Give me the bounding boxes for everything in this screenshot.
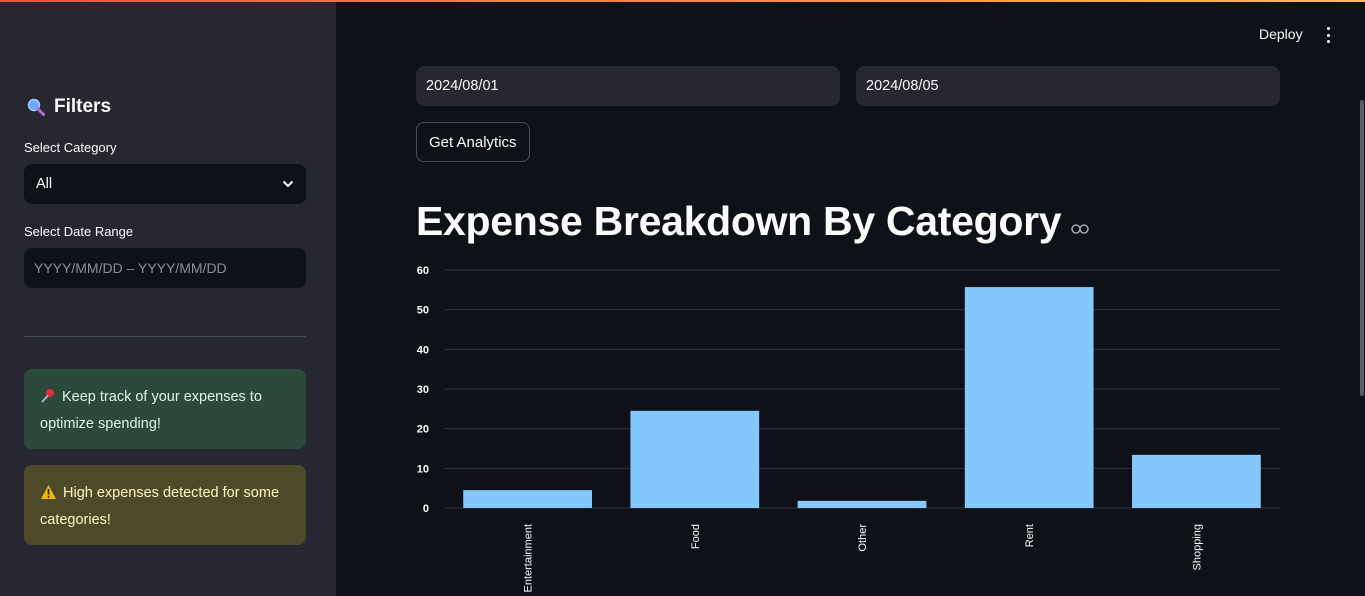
filters-heading: Filters <box>26 96 111 118</box>
sidebar-divider <box>24 336 306 337</box>
y-tick-label: 0 <box>423 503 429 515</box>
date-range-label: Select Date Range <box>24 224 134 239</box>
get-analytics-button[interactable]: Get Analytics <box>416 122 530 162</box>
y-tick-label: 40 <box>417 344 429 356</box>
info-alert: Keep track of your expenses to optimize … <box>24 369 306 449</box>
start-date-input[interactable]: 2024/08/01 <box>416 66 840 106</box>
date-range-placeholder: YYYY/MM/DD – YYYY/MM/DD <box>34 260 227 276</box>
start-date-value: 2024/08/01 <box>426 78 499 94</box>
deploy-button[interactable]: Deploy <box>1259 26 1303 42</box>
y-tick-label: 50 <box>417 305 429 317</box>
bar-entertainment <box>463 490 592 508</box>
sidebar: Filters Select Category All Select Date … <box>0 2 336 596</box>
x-tick-label: Shopping <box>1191 524 1203 571</box>
info-alert-text: Keep track of your expenses to optimize … <box>40 389 262 432</box>
end-date-input[interactable]: 2024/08/05 <box>856 66 1280 106</box>
pushpin-icon <box>40 388 56 412</box>
bar-other <box>797 500 927 508</box>
expense-bar-chart: 0 10 20 30 40 50 60 Entertainment Food Other Rent S… <box>417 265 1280 592</box>
warning-alert-text: High expenses detected for some categori… <box>40 485 280 528</box>
link-icon[interactable] <box>1071 198 1090 245</box>
warning-icon <box>40 484 57 508</box>
date-range-input[interactable]: YYYY/MM/DD – YYYY/MM/DD <box>24 248 306 288</box>
chevron-down-icon <box>282 176 294 192</box>
category-select-value: All <box>36 176 53 192</box>
x-tick-label: Entertainment <box>523 524 535 592</box>
bar-food <box>630 410 760 508</box>
category-label: Select Category <box>24 140 117 155</box>
page-scrollbar[interactable] <box>1360 100 1364 396</box>
x-tick-label: Other <box>857 524 869 552</box>
page-title-text: Expense Breakdown By Category <box>416 198 1062 244</box>
warning-alert: High expenses detected for some categori… <box>24 465 306 545</box>
magnifier-icon <box>26 97 46 117</box>
x-tick-label: Rent <box>1024 524 1036 547</box>
y-tick-label: 30 <box>417 384 429 396</box>
y-tick-label: 20 <box>417 424 429 436</box>
category-select[interactable]: All <box>24 164 306 204</box>
page-title: Expense Breakdown By Category <box>416 198 1090 245</box>
bar-shopping <box>1132 454 1261 508</box>
y-tick-label: 10 <box>417 463 429 475</box>
more-options-icon[interactable] <box>1320 26 1336 44</box>
filters-title: Filters <box>54 96 112 117</box>
end-date-value: 2024/08/05 <box>866 78 939 94</box>
x-tick-label: Food <box>690 524 702 549</box>
y-tick-label: 60 <box>417 265 429 277</box>
bar-rent <box>964 287 1094 508</box>
